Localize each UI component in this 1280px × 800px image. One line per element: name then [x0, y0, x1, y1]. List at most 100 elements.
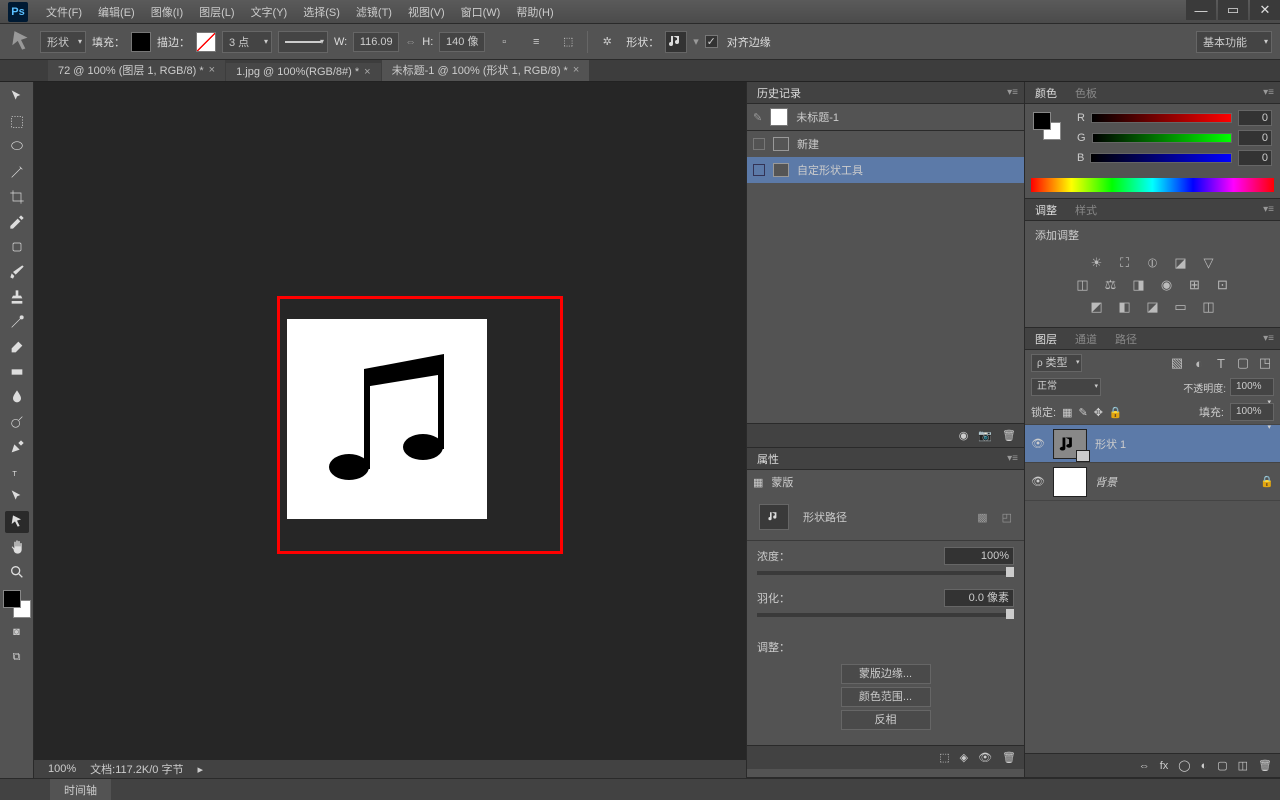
layer-row[interactable]: 👁 形状 1 [1025, 425, 1280, 463]
threshold-icon[interactable]: ◪ [1144, 299, 1162, 315]
zoom-tool[interactable] [5, 561, 29, 583]
panel-menu-icon[interactable]: ▾≡ [1007, 453, 1018, 464]
history-item[interactable]: 自定形状工具 [747, 157, 1024, 183]
stroke-swatch[interactable] [196, 32, 216, 52]
layer-name[interactable]: 背景 [1095, 474, 1117, 490]
quickmask-icon[interactable]: ◙ [5, 621, 29, 643]
heal-tool[interactable] [5, 236, 29, 258]
document-tab[interactable]: 未标题-1 @ 100% (形状 1, RGB/8) *× [382, 59, 590, 81]
path-select-tool[interactable] [5, 486, 29, 508]
history-item[interactable]: 新建 [747, 131, 1024, 157]
document-tab[interactable]: 1.jpg @ 100%(RGB/8#) *× [226, 63, 381, 81]
canvas[interactable] [287, 319, 487, 519]
workspace-select[interactable]: 基本功能 [1196, 31, 1272, 53]
vector-mask-icon[interactable]: ◰ [1002, 511, 1012, 524]
menu-select[interactable]: 选择(S) [295, 4, 348, 20]
mask-edge-button[interactable]: 蒙版边缘... [841, 664, 931, 684]
link-icon[interactable]: ⇔ [1139, 760, 1150, 772]
adjustment-icon[interactable]: ◐ [1201, 760, 1208, 772]
window-close[interactable]: ✕ [1250, 0, 1280, 20]
type-tool[interactable]: T [5, 461, 29, 483]
stamp-tool[interactable] [5, 286, 29, 308]
link-wh-icon[interactable]: ⇔ [405, 36, 416, 48]
filter-kind-select[interactable]: ρ 类型 [1031, 354, 1082, 372]
styles-tab[interactable]: 样式 [1071, 200, 1101, 220]
menu-help[interactable]: 帮助(H) [508, 4, 561, 20]
trash-icon[interactable]: 🗑 [1258, 759, 1272, 772]
shape-tool[interactable] [5, 511, 29, 533]
path-ops-icon[interactable]: ▫ [491, 29, 517, 55]
r-input[interactable]: 0 [1238, 110, 1272, 126]
wand-tool[interactable] [5, 161, 29, 183]
filter-shape-icon[interactable]: ▢ [1234, 355, 1252, 371]
spectrum[interactable] [1031, 178, 1274, 192]
pixel-mask-icon[interactable]: ▩ [977, 511, 987, 524]
panel-menu-icon[interactable]: ▾≡ [1263, 87, 1274, 98]
adjustments-tab[interactable]: 调整 [1031, 200, 1061, 220]
menu-layer[interactable]: 图层(L) [191, 4, 242, 20]
layer-thumb[interactable] [1053, 429, 1087, 459]
menu-filter[interactable]: 滤镜(T) [348, 4, 400, 20]
density-slider[interactable] [757, 571, 1014, 575]
group-icon[interactable]: ▢ [1217, 759, 1227, 772]
menu-file[interactable]: 文件(F) [38, 4, 90, 20]
blend-mode-select[interactable]: 正常 [1031, 378, 1101, 396]
brightness-icon[interactable]: ☀ [1088, 255, 1106, 271]
visibility-icon[interactable]: 👁 [1031, 475, 1045, 488]
vibrance-icon[interactable]: ▽ [1200, 255, 1218, 271]
lasso-tool[interactable] [5, 136, 29, 158]
new-snapshot-icon[interactable]: 📷 [978, 429, 992, 442]
brush-tool[interactable] [5, 261, 29, 283]
panel-menu-icon[interactable]: ▾≡ [1007, 87, 1018, 98]
lookup-icon[interactable]: ⊡ [1214, 277, 1232, 293]
fill-input[interactable]: 100% [1230, 403, 1274, 421]
window-minimize[interactable]: — [1186, 0, 1216, 20]
swatches-tab[interactable]: 色板 [1071, 83, 1101, 103]
align-icon[interactable]: ≡ [523, 29, 549, 55]
channels-tab[interactable]: 通道 [1071, 329, 1101, 349]
dodge-tool[interactable] [5, 411, 29, 433]
stroke-style-select[interactable] [278, 31, 328, 53]
properties-tab[interactable]: 属性 [753, 449, 783, 469]
menu-image[interactable]: 图像(I) [143, 4, 191, 20]
disable-mask-icon[interactable]: 👁 [978, 751, 992, 764]
visibility-icon[interactable]: 👁 [1031, 437, 1045, 450]
opacity-input[interactable]: 100% [1230, 378, 1274, 396]
history-doc[interactable]: ✎ 未标题-1 [747, 104, 1024, 130]
trash-icon[interactable]: 🗑 [1002, 751, 1016, 764]
arrange-icon[interactable]: ⬚ [555, 29, 581, 55]
invert-icon[interactable]: ◩ [1088, 299, 1106, 315]
tool-preset-icon[interactable] [8, 29, 34, 55]
mask-thumb[interactable] [759, 504, 789, 530]
feather-slider[interactable]: .prop-slider:nth-of-type(2)::after{left:… [757, 613, 1014, 617]
eraser-tool[interactable] [5, 336, 29, 358]
width-input[interactable]: 116.09 [353, 32, 399, 52]
posterize-icon[interactable]: ◧ [1116, 299, 1134, 315]
stroke-width-select[interactable]: 3 点 [222, 31, 272, 53]
panel-menu-icon[interactable]: ▾≡ [1263, 333, 1274, 344]
filter-type-icon[interactable]: T [1212, 355, 1230, 371]
height-input[interactable]: 140 像 [439, 32, 485, 52]
new-layer-icon[interactable]: ◫ [1238, 759, 1248, 772]
bw-icon[interactable]: ◨ [1130, 277, 1148, 293]
blur-tool[interactable] [5, 386, 29, 408]
fx-icon[interactable]: fx [1160, 760, 1169, 772]
hand-tool[interactable] [5, 536, 29, 558]
fill-swatch[interactable] [131, 32, 151, 52]
camera-icon[interactable]: ◉ [959, 429, 969, 442]
layer-name[interactable]: 形状 1 [1095, 436, 1126, 452]
load-sel-icon[interactable]: ⬚ [939, 751, 949, 764]
apply-mask-icon[interactable]: ◈ [960, 751, 968, 764]
selective-icon[interactable]: ◫ [1200, 299, 1218, 315]
pen-tool[interactable] [5, 436, 29, 458]
align-edges-checkbox[interactable]: ✓ [705, 35, 718, 48]
screenmode-icon[interactable]: ⧉ [5, 646, 29, 668]
chevron-right-icon[interactable]: ▸ [197, 763, 203, 776]
close-icon[interactable]: × [573, 64, 579, 76]
eyedropper-tool[interactable] [5, 211, 29, 233]
panel-menu-icon[interactable]: ▾≡ [1263, 204, 1274, 215]
b-input[interactable]: 0 [1238, 150, 1272, 166]
filter-smart-icon[interactable]: ◳ [1256, 355, 1274, 371]
gradient-tool[interactable] [5, 361, 29, 383]
density-input[interactable]: 100% [944, 547, 1014, 565]
